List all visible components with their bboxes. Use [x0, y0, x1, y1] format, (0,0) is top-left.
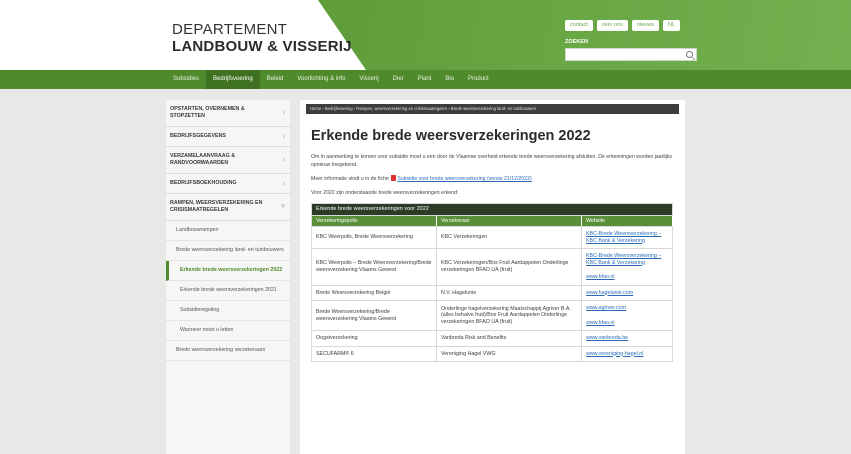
document-icon [391, 175, 397, 181]
sidebar-item-bedrijfsgegevens[interactable]: BEDRIJFSGEGEVENS › [166, 127, 290, 147]
site-header: DEPARTEMENT LANDBOUW & VISSERIJ contact … [0, 0, 851, 70]
info-paragraph: Meer informatie vindt u in de fiche Subs… [311, 175, 532, 182]
top-link-contact[interactable]: contact [565, 20, 593, 31]
website-cell: KBC-Brede Weersverzekering – KBC Bank & … [581, 226, 673, 249]
sidebar-item-bedrijfsboekhouding[interactable]: BEDRIJFSBOEKHOUDING › [166, 174, 290, 194]
polis-cell: KBC Weerpolis, Brede Weersverzekering [311, 226, 437, 249]
verzekeraar-cell: Vanbreda Risk and Benefits [436, 330, 582, 347]
website-link[interactable]: www.bfao.nl [586, 274, 668, 281]
nav-item-bedrijfsvoering[interactable]: Bedrijfsvoering [206, 70, 260, 89]
logo-line1: DEPARTEMENT [172, 21, 288, 38]
search-icon[interactable] [686, 51, 693, 58]
top-link-over-ons[interactable]: over ons [596, 20, 628, 31]
chevron-right-icon: › [282, 133, 285, 140]
website-link[interactable]: KBC-Brede Weersverzekering – KBC Bank & … [586, 253, 668, 266]
polis-cell: KBC Weerpolis – Brede Weersverzekering/B… [311, 248, 437, 286]
list-intro: Voor 2022 zijn onderstaande brede weersv… [311, 190, 459, 196]
website-cell: www.hagelunie.com [581, 284, 673, 301]
sidebar: OPSTARTEN, OVERNEMEN & STOPZETTEN › BEDRI… [166, 100, 290, 454]
intro-paragraph: Om in aanmerking te komen voor subsidie … [311, 154, 673, 168]
search-input[interactable] [565, 48, 697, 61]
chevron-down-icon: ˅ [280, 203, 285, 211]
verzekeraar-cell: Onderlinge hagelverzekering Maatschappij… [436, 300, 582, 331]
website-link[interactable]: KBC-Brede Weersverzekering – KBC Bank & … [586, 231, 668, 244]
sidebar-item-erkende-2022[interactable]: Erkende brede weersverzekeringen 2022 [166, 261, 290, 281]
verzekeraar-cell: Vereniging Hagel VWG [436, 345, 582, 362]
main-content: Home › Bedrijfsvoering › Rampen, weersve… [300, 100, 685, 454]
website-cell: www.vanbreda.be [581, 330, 673, 347]
verzekeraar-cell: KBC Verzekeringen/Bos Fruit Aardappelen … [436, 248, 582, 286]
website-link[interactable]: www.hagelunie.com [586, 290, 668, 297]
website-link[interactable]: www.agriver.com [586, 305, 668, 312]
top-links: contact over ons nieuws NL [565, 20, 680, 31]
search-label: ZOEKEN [565, 39, 588, 45]
table-row: Brede Weersverzekering België N.V. Hagel… [311, 284, 673, 301]
verzekeraar-cell: KBC Verzekeringen [436, 226, 582, 249]
nav-item-plant[interactable]: Plant [411, 70, 439, 89]
website-link[interactable]: www.vereniging-hagel.nl [586, 351, 668, 358]
subsidie-fiche-link[interactable]: Subsidie voor brede weersverzekering (ve… [397, 176, 531, 182]
sidebar-item-verzamelaanvraag[interactable]: VERZAMELAANVRAAG & RANDVOORWAARDEN › [166, 147, 290, 174]
nav-item-visserij[interactable]: Visserij [352, 70, 385, 89]
website-cell: www.agriver.com www.bfao.nl [581, 300, 673, 331]
page-title: Erkende brede weersverzekeringen 2022 [311, 128, 591, 144]
language-selector[interactable]: NL [662, 20, 680, 31]
sidebar-item-erkende-2021[interactable]: Erkende brede weersverzekeringen 2021 [166, 281, 290, 301]
table-caption: Erkende brede weersverzekeringen voor 20… [311, 203, 673, 216]
breadcrumb[interactable]: Home › Bedrijfsvoering › Rampen, weersve… [306, 104, 679, 114]
chevron-right-icon: › [282, 156, 285, 164]
nav-item-product[interactable]: Product [461, 70, 496, 89]
nav-item-subsidies[interactable]: Subsidies [166, 70, 206, 89]
main-nav: Subsidies Bedrijfsvoering Beleid Voorlic… [0, 70, 851, 89]
sidebar-item-landbouwrampen[interactable]: Landbouwrampen [166, 221, 290, 241]
sidebar-item-subsidieregeling[interactable]: Subsidieregeling [166, 301, 290, 321]
nav-item-bio[interactable]: Bio [438, 70, 461, 89]
table-row: SECUFARM® 6 Vereniging Hagel VWG www.ver… [311, 345, 673, 362]
polis-cell: Brede Weersverzekering België [311, 284, 437, 301]
sidebar-item-brede-weersverzekering[interactable]: Brede weersverzekering land- en tuinbouw… [166, 241, 290, 261]
nav-item-voorlichting[interactable]: Voorlichting & info [290, 70, 352, 89]
sidebar-item-verzekeraars[interactable]: Brede weersverzekering verzekeraars [166, 341, 290, 361]
top-link-nieuws[interactable]: nieuws [631, 20, 659, 31]
website-cell: www.vereniging-hagel.nl [581, 345, 673, 362]
logo-line2: LANDBOUW & VISSERIJ [172, 38, 352, 55]
table-row: KBC Weerpolis, Brede Weersverzekering KB… [311, 226, 673, 249]
sidebar-item-waarop-letten[interactable]: Wanneer moet u letten [166, 321, 290, 341]
nav-item-beleid[interactable]: Beleid [260, 70, 291, 89]
polis-cell: SECUFARM® 6 [311, 345, 437, 362]
column-header-verzekeraar: Verzekeraar [436, 214, 582, 227]
sidebar-item-opstarten[interactable]: OPSTARTEN, OVERNEMEN & STOPZETTEN › [166, 100, 290, 127]
website-cell: KBC-Brede Weersverzekering – KBC Bank & … [581, 248, 673, 286]
website-link[interactable]: www.vanbreda.be [586, 335, 668, 342]
website-link[interactable]: www.bfao.nl [586, 320, 668, 327]
verzekeraar-cell: N.V. Hagelunie [436, 284, 582, 301]
verzekeringen-table: Erkende brede weersverzekeringen voor 20… [311, 203, 673, 362]
sidebar-item-rampen[interactable]: RAMPEN, WEERSVERZEKERING EN CRISISMAATRE… [166, 194, 290, 221]
nav-item-dier[interactable]: Dier [386, 70, 411, 89]
table-row: KBC Weerpolis – Brede Weersverzekering/B… [311, 248, 673, 286]
table-row: Oogstverzekering Vanbreda Risk and Benef… [311, 330, 673, 347]
chevron-right-icon: › [282, 109, 285, 117]
table-row: Brede Weersverzekering/Brede weersverzek… [311, 300, 673, 331]
column-header-website: Website [581, 214, 673, 227]
polis-cell: Brede Weersverzekering/Brede weersverzek… [311, 300, 437, 331]
site-logo[interactable]: DEPARTEMENT LANDBOUW & VISSERIJ [172, 22, 352, 54]
chevron-right-icon: › [282, 180, 285, 187]
polis-cell: Oogstverzekering [311, 330, 437, 347]
column-header-polis: Verzekeringspolis [311, 214, 437, 227]
